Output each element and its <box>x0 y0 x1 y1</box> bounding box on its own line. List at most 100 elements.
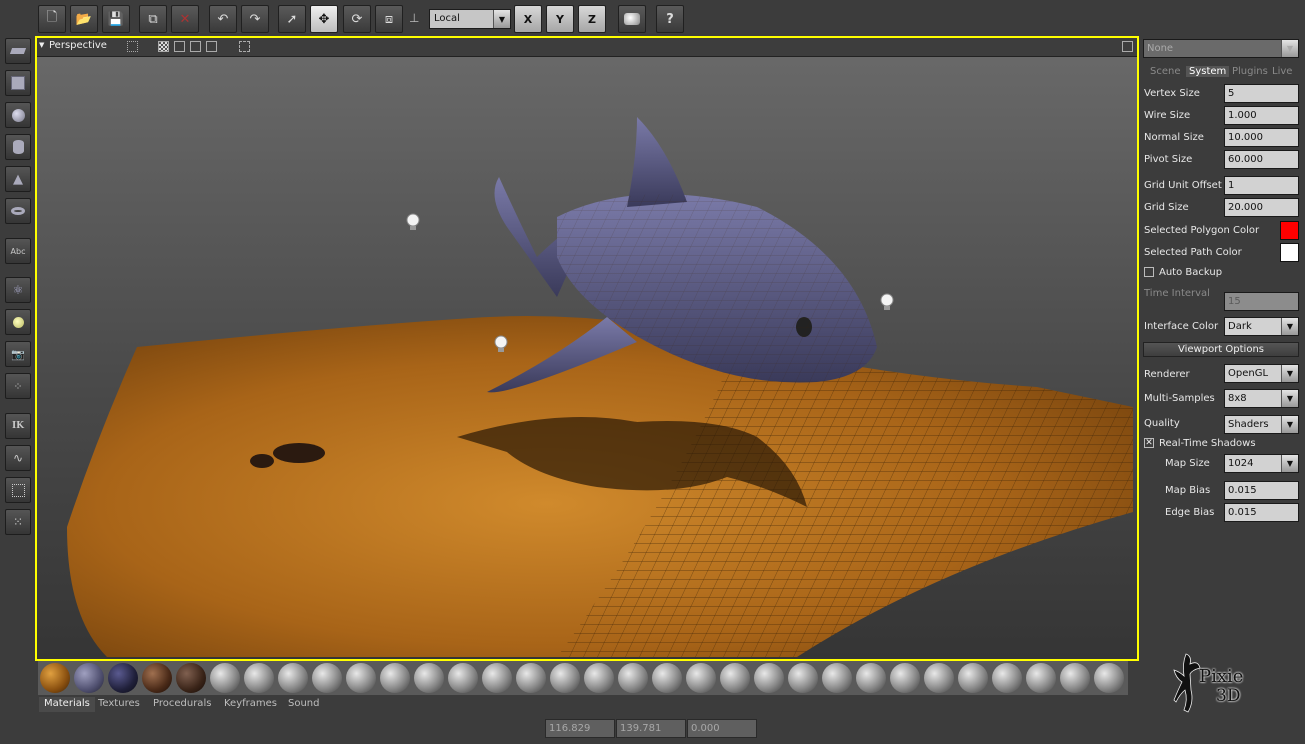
vertex-size-input[interactable]: 5 <box>1224 84 1299 103</box>
material-slot[interactable] <box>380 663 410 693</box>
tab-system[interactable]: System <box>1186 66 1230 77</box>
material-slot[interactable] <box>1060 663 1090 693</box>
plane-primitive-button[interactable] <box>5 38 31 64</box>
delete-button[interactable]: ✕ <box>171 5 199 33</box>
select-tool-button[interactable]: ➚ <box>278 5 306 33</box>
material-slot[interactable] <box>142 663 172 693</box>
grid-unit-offset-input[interactable]: 1 <box>1224 176 1299 195</box>
material-slot[interactable] <box>754 663 784 693</box>
object-tool-button[interactable]: ⚛ <box>5 277 31 303</box>
selected-polygon-color-swatch[interactable] <box>1280 221 1299 240</box>
layout-quad-icon[interactable] <box>206 41 217 52</box>
text-tool-button[interactable]: Abc <box>5 238 31 264</box>
viewport-list-icon[interactable] <box>239 41 250 52</box>
realtime-shadows-checkbox[interactable]: ✕ <box>1144 438 1154 448</box>
auto-backup-checkbox[interactable] <box>1144 267 1154 277</box>
camera-tool-button[interactable]: 📷 <box>5 341 31 367</box>
material-slot[interactable] <box>686 663 716 693</box>
material-slot[interactable] <box>958 663 988 693</box>
cone-primitive-button[interactable]: ▲ <box>5 166 31 192</box>
material-slot[interactable] <box>210 663 240 693</box>
move-tool-button[interactable]: ✥ <box>310 5 338 33</box>
help-button[interactable]: ? <box>656 5 684 33</box>
light-tool-button[interactable] <box>5 309 31 335</box>
material-slot[interactable] <box>40 663 70 693</box>
scatter-tool-button[interactable]: ⁙ <box>5 509 31 535</box>
material-slot[interactable] <box>550 663 580 693</box>
material-slot[interactable] <box>788 663 818 693</box>
material-slot[interactable] <box>584 663 614 693</box>
open-file-button[interactable]: 📂 <box>70 5 98 33</box>
material-slot[interactable] <box>414 663 444 693</box>
map-size-dropdown[interactable]: 1024 ▼ <box>1224 454 1299 473</box>
interface-color-dropdown[interactable]: Dark ▼ <box>1224 317 1299 336</box>
sphere-primitive-button[interactable] <box>5 102 31 128</box>
redo-button[interactable]: ↷ <box>241 5 269 33</box>
viewport-menu-arrow-icon[interactable]: ▼ <box>39 41 44 49</box>
material-slot[interactable] <box>1094 663 1124 693</box>
perspective-viewport[interactable]: ▼ Perspective <box>35 36 1139 661</box>
particles-tool-button[interactable]: ⁘ <box>5 373 31 399</box>
maximize-viewport-icon[interactable] <box>1122 41 1133 52</box>
material-slot[interactable] <box>924 663 954 693</box>
grid-toggle-icon[interactable] <box>127 41 138 52</box>
tab-scene[interactable]: Scene <box>1150 66 1181 77</box>
material-slot[interactable] <box>1026 663 1056 693</box>
point-light[interactable] <box>406 213 420 230</box>
render-button[interactable] <box>618 5 646 33</box>
rotate-tool-button[interactable]: ⟳ <box>343 5 371 33</box>
rock[interactable] <box>250 454 274 468</box>
viewport-title[interactable]: Perspective <box>49 40 107 51</box>
tab-keyframes[interactable]: Keyframes <box>219 697 282 712</box>
material-slot[interactable] <box>992 663 1022 693</box>
material-slot[interactable] <box>482 663 512 693</box>
map-bias-input[interactable]: 0.015 <box>1224 481 1299 500</box>
coord-system-dropdown[interactable]: Local ▼ <box>429 9 511 29</box>
shading-mode-icon[interactable] <box>158 41 169 52</box>
undo-button[interactable]: ↶ <box>209 5 237 33</box>
material-slot[interactable] <box>176 663 206 693</box>
normal-size-input[interactable]: 10.000 <box>1224 128 1299 147</box>
material-slot[interactable] <box>278 663 308 693</box>
grid-size-input[interactable]: 20.000 <box>1224 198 1299 217</box>
preset-dropdown[interactable]: None ▼ <box>1143 39 1299 58</box>
axis-z-button[interactable]: Z <box>578 5 606 33</box>
lattice-tool-button[interactable] <box>5 477 31 503</box>
cube-primitive-button[interactable] <box>5 70 31 96</box>
ik-tool-button[interactable]: IK <box>5 413 31 439</box>
material-slot[interactable] <box>822 663 852 693</box>
selected-path-color-swatch[interactable] <box>1280 243 1299 262</box>
multi-samples-dropdown[interactable]: 8x8 ▼ <box>1224 389 1299 408</box>
material-slot[interactable] <box>108 663 138 693</box>
tab-sound[interactable]: Sound <box>283 697 325 712</box>
scale-tool-button[interactable]: ⧈ <box>375 5 403 33</box>
path-tool-button[interactable]: ∿ <box>5 445 31 471</box>
rock[interactable] <box>273 443 325 463</box>
material-slot[interactable] <box>312 663 342 693</box>
layout-double-icon[interactable] <box>190 41 201 52</box>
wire-size-input[interactable]: 1.000 <box>1224 106 1299 125</box>
pivot-size-input[interactable]: 60.000 <box>1224 150 1299 169</box>
material-slot[interactable] <box>618 663 648 693</box>
time-interval-input[interactable]: 15 <box>1224 292 1299 311</box>
tab-materials[interactable]: Materials <box>39 697 95 712</box>
material-slot[interactable] <box>448 663 478 693</box>
copy-button[interactable]: ⧉ <box>139 5 167 33</box>
save-button[interactable]: 💾 <box>102 5 130 33</box>
edge-bias-input[interactable]: 0.015 <box>1224 503 1299 522</box>
renderer-dropdown[interactable]: OpenGL ▼ <box>1224 364 1299 383</box>
material-slot[interactable] <box>720 663 750 693</box>
layout-single-icon[interactable] <box>174 41 185 52</box>
new-file-button[interactable]: 🗋 <box>38 5 66 33</box>
tab-procedurals[interactable]: Procedurals <box>148 697 216 712</box>
cylinder-primitive-button[interactable] <box>5 134 31 160</box>
material-slot[interactable] <box>74 663 104 693</box>
viewport-options-header[interactable]: Viewport Options <box>1143 342 1299 357</box>
axis-y-button[interactable]: Y <box>546 5 574 33</box>
tab-textures[interactable]: Textures <box>93 697 145 712</box>
material-slot[interactable] <box>890 663 920 693</box>
material-slot[interactable] <box>244 663 274 693</box>
material-slot[interactable] <box>516 663 546 693</box>
torus-primitive-button[interactable] <box>5 198 31 224</box>
tab-plugins[interactable]: Plugins <box>1232 66 1268 77</box>
